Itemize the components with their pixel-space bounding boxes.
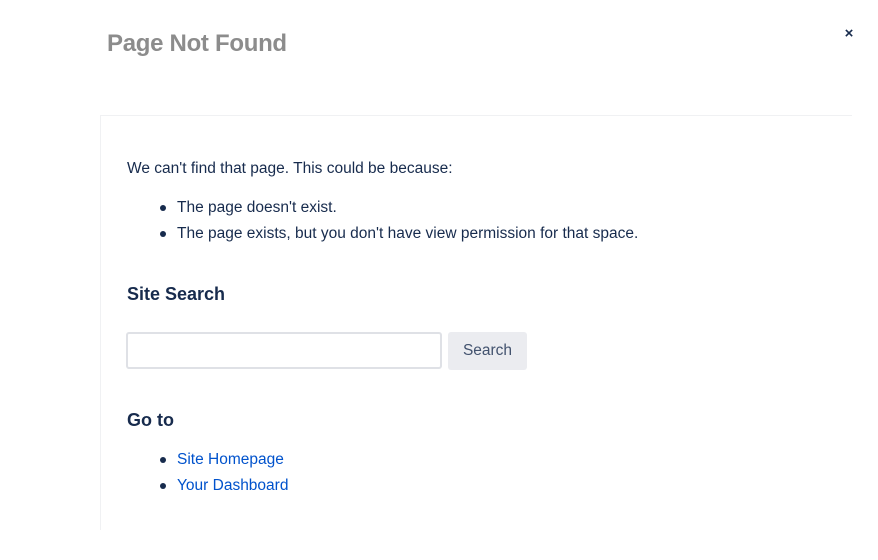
close-button[interactable]: × bbox=[838, 22, 860, 44]
site-search-heading: Site Search bbox=[127, 284, 226, 304]
reasons-list: The page doesn't exist. The page exists,… bbox=[158, 195, 638, 247]
site-homepage-link[interactable]: Site Homepage bbox=[177, 451, 284, 468]
list-item: Your Dashboard bbox=[158, 473, 288, 499]
list-item: The page exists, but you don't have view… bbox=[158, 221, 638, 247]
go-to-heading: Go to bbox=[127, 410, 174, 430]
intro-text: We can't find that page. This could be b… bbox=[127, 160, 453, 177]
search-button[interactable]: Search bbox=[448, 332, 527, 370]
page-title: Page Not Found bbox=[107, 30, 287, 57]
search-input[interactable] bbox=[126, 332, 442, 369]
close-icon: × bbox=[844, 24, 854, 42]
content-panel: We can't find that page. This could be b… bbox=[100, 115, 852, 530]
list-item: The page doesn't exist. bbox=[158, 195, 638, 221]
your-dashboard-link[interactable]: Your Dashboard bbox=[177, 477, 288, 494]
list-item: Site Homepage bbox=[158, 447, 288, 473]
go-to-list: Site Homepage Your Dashboard bbox=[158, 447, 288, 499]
